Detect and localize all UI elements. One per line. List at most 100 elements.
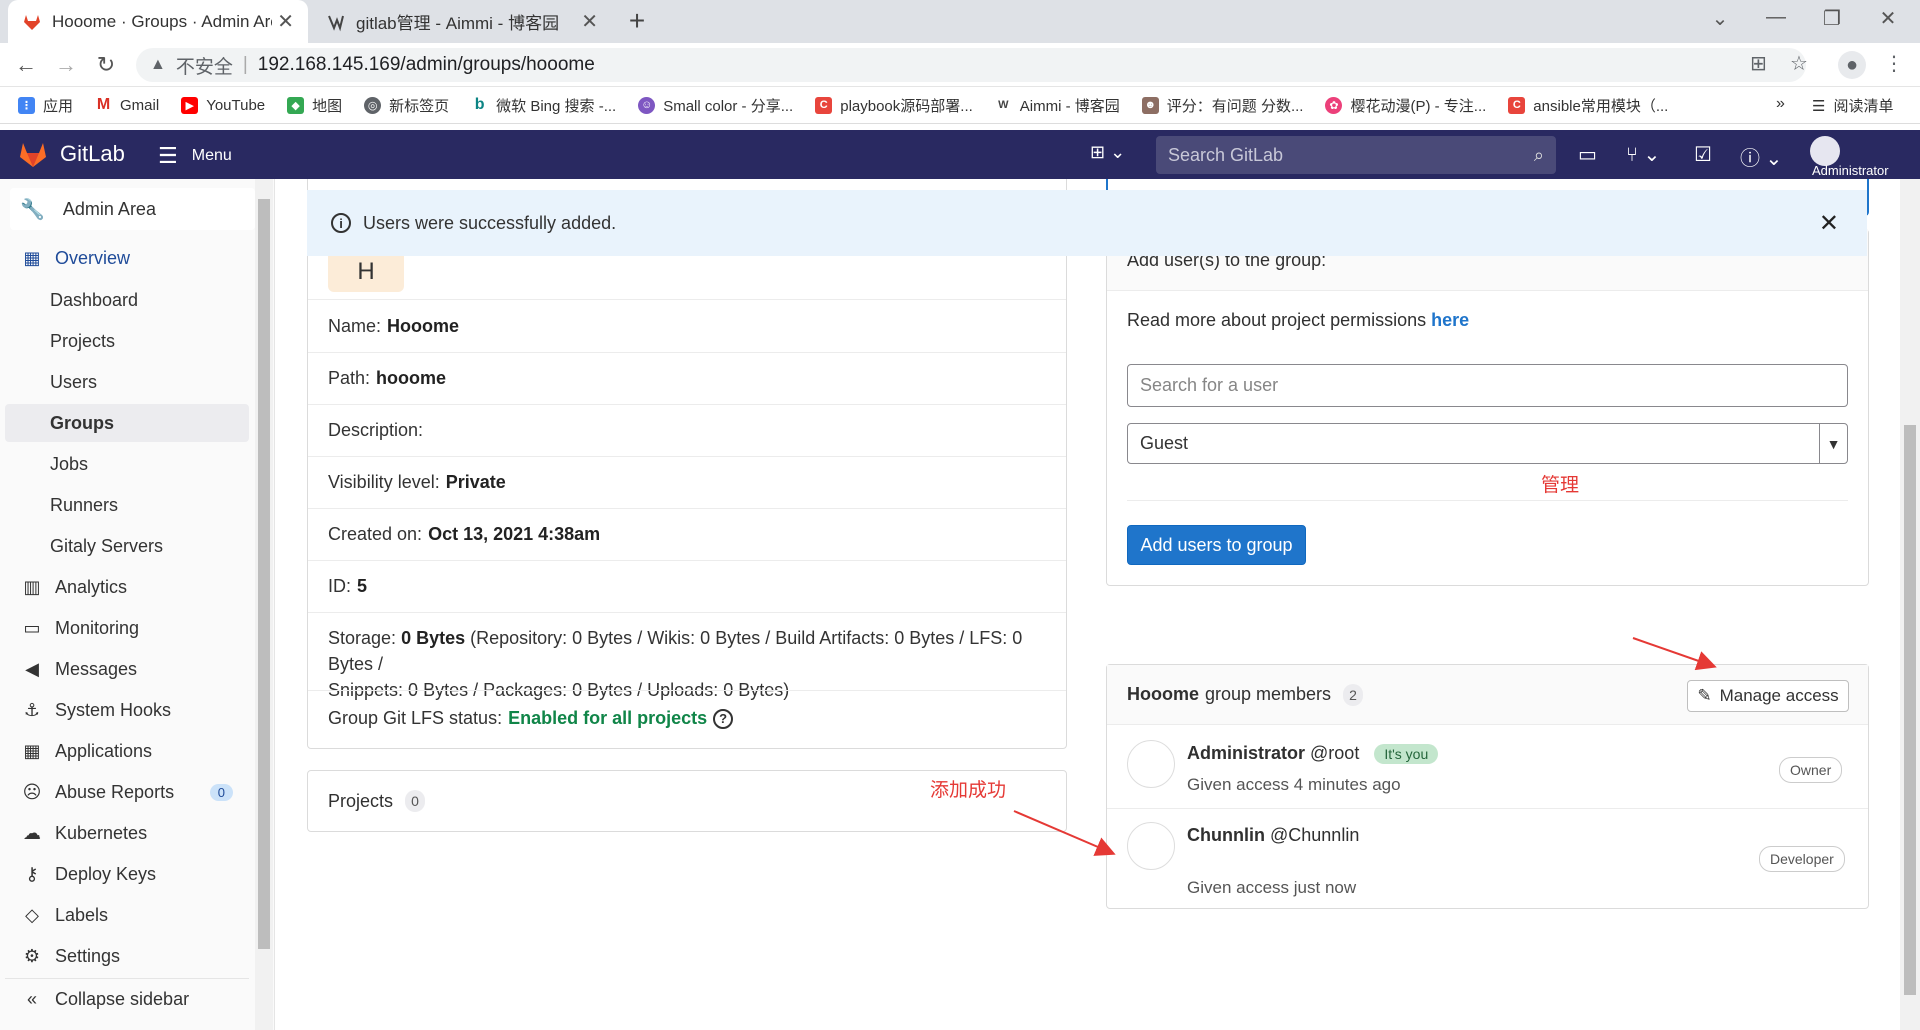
sidebar-item-abuse-reports[interactable]: ☹ Abuse Reports 0 (5, 773, 249, 811)
group-name: Hooome (387, 315, 460, 336)
tab-close-icon[interactable]: ✕ (581, 9, 598, 34)
bookmark-apps[interactable]: ⋮ 应用 (18, 95, 73, 116)
storage-total: 0 Bytes (401, 628, 466, 648)
sidebar-item-groups[interactable]: Groups (5, 404, 249, 442)
group-id: 5 (357, 576, 368, 596)
sidebar-item-runners[interactable]: Runners (5, 486, 249, 524)
sidebar-item-labels[interactable]: ◇ Labels (5, 896, 249, 934)
member-row-administrator: Administrator @root It's you (1187, 743, 1439, 764)
bookmark-maps[interactable]: ◆ 地图 (287, 95, 342, 116)
bookmark-bing[interactable]: b 微软 Bing 搜索 -... (471, 95, 616, 116)
group-created: Oct 13, 2021 4:38am (428, 524, 601, 544)
member-name[interactable]: Chunnlin (1187, 825, 1265, 845)
new-dropdown-icon[interactable]: ⊞ ⌄ (1090, 142, 1125, 163)
sidebar-item-applications[interactable]: ▦ Applications (5, 732, 249, 770)
gitlab-search-input[interactable]: Search GitLab ⌕ (1156, 136, 1556, 174)
bookmark-rating[interactable]: ☻ 评分：有问题 分数... (1141, 95, 1303, 116)
todos-icon[interactable]: ☑ (1694, 142, 1712, 167)
sidebar-scrollbar[interactable] (255, 179, 273, 1030)
sidebar-item-jobs[interactable]: Jobs (5, 445, 249, 483)
bookmark-sakura[interactable]: ✿ 樱花动漫(P) - 专注... (1325, 95, 1486, 116)
tab-gitlab[interactable]: Hooome · Groups · Admin Area ✕ (8, 0, 308, 43)
member-avatar[interactable] (1127, 822, 1175, 870)
abuse-count-badge: 0 (209, 783, 233, 801)
chevron-down-icon: ▼ (1819, 424, 1847, 463)
bookmark-gmail[interactable]: M Gmail (95, 96, 159, 114)
sidebar-item-users[interactable]: Users (5, 363, 249, 401)
forward-icon[interactable]: → (52, 51, 80, 79)
tab-cnblogs[interactable]: gitlab管理 - Aimmi - 博客园 ✕ (312, 0, 612, 43)
gitlab-top-bar: GitLab ☰ Menu ⊞ ⌄ Search GitLab ⌕ ▭ ⑂ ⌄ … (0, 130, 1920, 179)
lfs-status-link[interactable]: Enabled for all projects (508, 708, 707, 729)
sidebar-item-monitoring[interactable]: ▭ Monitoring (5, 609, 249, 647)
bookmarks-more-icon[interactable]: » (1776, 95, 1785, 113)
bookmark-aimmi[interactable]: W Aimmi - 博客园 (994, 95, 1120, 116)
bookmark-youtube[interactable]: ▶ YouTube (181, 96, 265, 114)
sidebar-item-dashboard[interactable]: Dashboard (5, 281, 249, 319)
sidebar-item-messages[interactable]: ◀ Messages (5, 650, 249, 688)
bookmark-star-icon[interactable]: ☆ (1790, 51, 1808, 76)
manage-access-button[interactable]: ✎ Manage access (1687, 680, 1849, 712)
sidebar-item-overview[interactable]: ▦ Overview (5, 239, 249, 277)
tab-close-icon[interactable]: ✕ (277, 9, 294, 34)
search-user-input[interactable]: Search for a user (1127, 364, 1848, 407)
permissions-note: Read more about project permissions here (1127, 310, 1470, 330)
alert-close-icon[interactable]: ✕ (1819, 209, 1839, 238)
maximize-icon[interactable]: ❐ (1812, 6, 1852, 31)
members-group-name: Hooome (1127, 684, 1199, 704)
translate-icon[interactable]: ⊞ (1750, 51, 1767, 76)
sidebar-header[interactable]: 🔧 Admin Area (10, 188, 255, 230)
apps-grid-icon: ⋮ (18, 96, 35, 114)
profile-icon[interactable]: ● (1838, 51, 1866, 79)
address-bar[interactable]: ▲ 不安全 | 192.168.145.169/admin/groups/hoo… (136, 48, 1806, 82)
merge-requests-icon[interactable]: ⑂ ⌄ (1626, 142, 1660, 167)
sidebar-item-gitaly-servers[interactable]: Gitaly Servers (5, 527, 249, 565)
label-icon: ◇ (25, 904, 39, 925)
window-close-icon[interactable]: ✕ (1868, 6, 1908, 31)
browser-menu-icon[interactable]: ⋮ (1884, 51, 1904, 76)
bookmark-newtab[interactable]: ◎ 新标签页 (364, 95, 449, 116)
member-row-chunnlin: Chunnlin @Chunnlin (1187, 825, 1359, 846)
role-select[interactable]: Guest ▼ (1127, 423, 1848, 464)
help-icon[interactable]: ⓘ ⌄ (1740, 142, 1782, 171)
group-path: hooome (376, 368, 447, 388)
question-circle-icon[interactable]: ? (713, 708, 734, 729)
add-users-to-group-button[interactable]: Add users to group (1127, 525, 1306, 565)
alert-message: Users were successfully added. (363, 212, 617, 233)
member-avatar[interactable] (1127, 740, 1175, 788)
url-text[interactable]: 192.168.145.169/admin/groups/hooome (258, 54, 595, 76)
issues-icon[interactable]: ▭ (1578, 142, 1597, 167)
annotation-added: 添加成功 (930, 780, 1007, 801)
bookmark-smallcolor[interactable]: ☺ Small color - 分享... (638, 95, 793, 116)
sidebar-item-projects[interactable]: Projects (5, 322, 249, 360)
user-avatar[interactable] (1810, 136, 1840, 166)
page-scrollbar[interactable] (1900, 179, 1920, 1030)
sidebar-item-kubernetes[interactable]: ☁ Kubernetes (5, 814, 249, 852)
bookmark-ansible[interactable]: Cansible常用模块（... (1508, 95, 1668, 116)
sidebar-item-analytics[interactable]: ▥ Analytics (5, 568, 249, 606)
group-id-row: ID: 5 (308, 560, 1066, 612)
member-username: @root (1310, 743, 1360, 763)
back-icon[interactable]: ← (12, 51, 40, 79)
collapse-sidebar-button[interactable]: «Collapse sidebar (5, 978, 249, 1020)
annotation-manage: 管理 (1541, 475, 1580, 496)
member-name[interactable]: Administrator (1187, 743, 1305, 763)
new-tab-button[interactable]: + (622, 6, 652, 36)
reading-list-button[interactable]: ☰ 阅读清单 (1812, 95, 1893, 116)
permissions-here-link[interactable]: here (1431, 310, 1469, 330)
minimize-icon[interactable]: — (1756, 6, 1796, 29)
sidebar-item-settings[interactable]: ⚙ Settings (5, 937, 249, 975)
tab-search-icon[interactable]: ⌄ (1700, 6, 1740, 31)
cnblogs-icon: W (994, 96, 1012, 114)
bookmark-playbook[interactable]: Cplaybook源码部署... (815, 95, 973, 116)
grid-icon: ▦ (23, 740, 41, 761)
csdn-icon: C (1508, 96, 1526, 114)
warning-icon: ▲ (150, 56, 166, 73)
menu-button[interactable]: ☰ Menu (158, 143, 232, 169)
key-icon: ⚷ (25, 863, 39, 884)
csdn-icon: C (815, 96, 833, 114)
sidebar-item-system-hooks[interactable]: ⚓ System Hooks (5, 691, 249, 729)
reload-icon[interactable]: ↻ (92, 51, 120, 79)
gitlab-home-link[interactable]: GitLab (18, 140, 125, 168)
sidebar-item-deploy-keys[interactable]: ⚷ Deploy Keys (5, 855, 249, 893)
